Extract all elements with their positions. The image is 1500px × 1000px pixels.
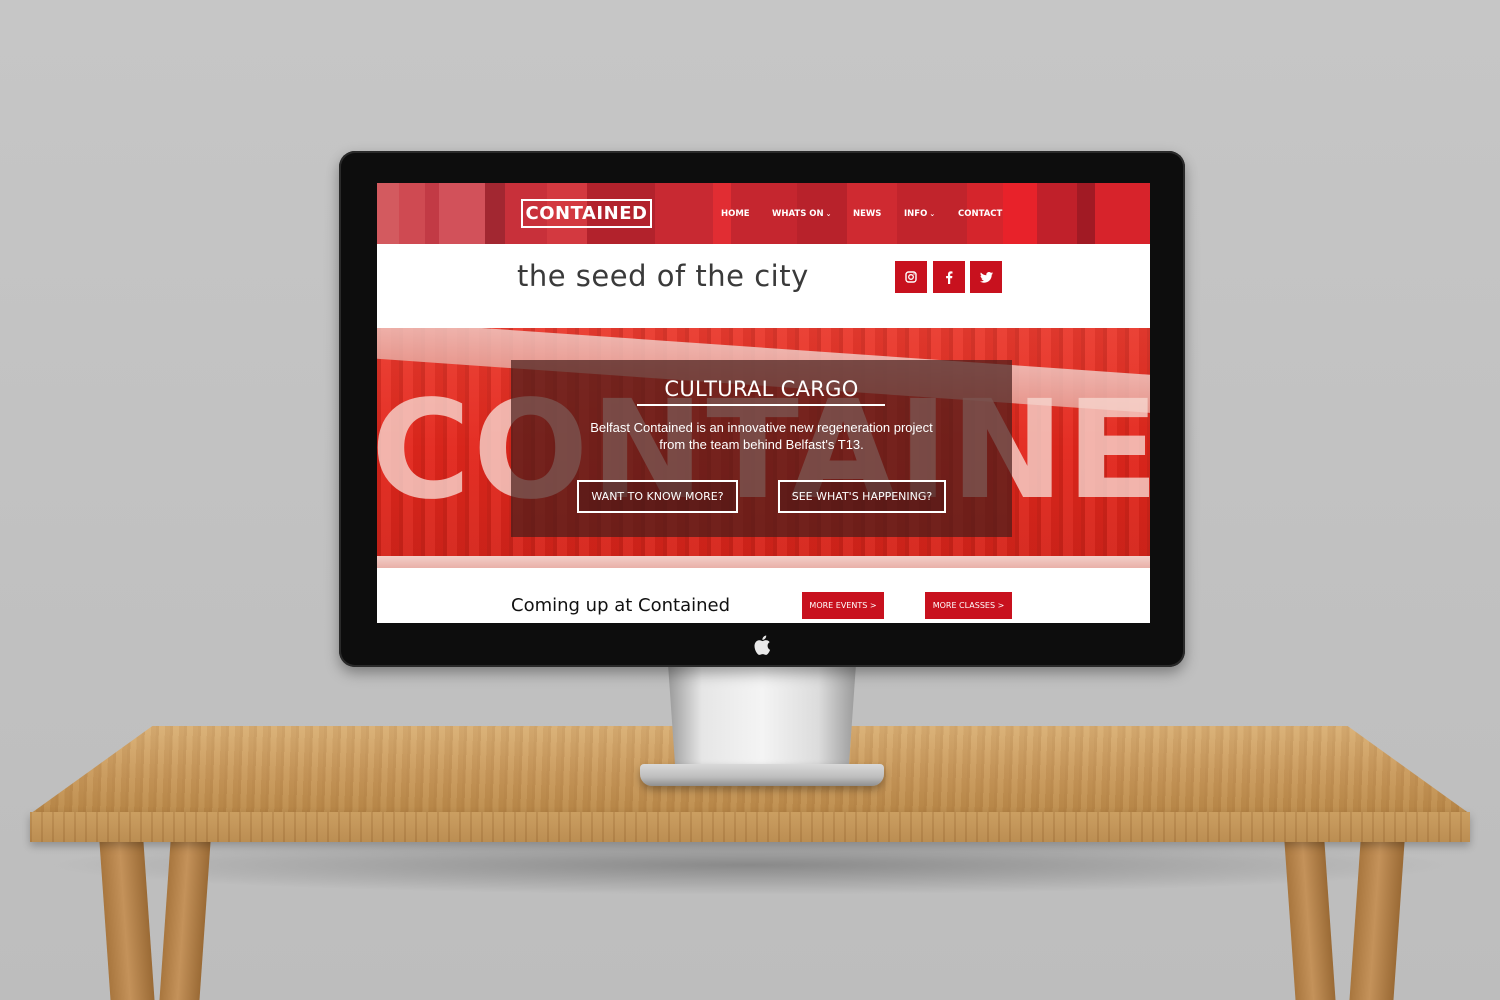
nav-contact-label: CONTACT: [958, 209, 1003, 219]
apple-logo-icon: [750, 633, 774, 657]
coming-up-title: Coming up at Contained: [511, 595, 731, 616]
hero-title-underline: [637, 404, 885, 406]
coming-up-section: [377, 568, 1150, 623]
chevron-down-icon: ⌄: [825, 210, 832, 218]
website-screen: CONTAINED HOME WHATS ON ⌄ NEWS INFO ⌄ CONT…: [377, 183, 1150, 623]
twitter-icon: [979, 271, 993, 283]
hero-bottom-stripe: [377, 556, 1150, 568]
monitor-stand-base: [640, 764, 884, 786]
facebook-icon: [946, 270, 953, 284]
nav-contact[interactable]: CONTACT: [958, 208, 1002, 220]
nav-home-label: HOME: [721, 209, 750, 219]
more-classes-button[interactable]: MORE CLASSES >: [925, 592, 1012, 619]
chevron-down-icon: ⌄: [929, 210, 936, 218]
facebook-button[interactable]: [933, 261, 965, 293]
desk-front-edge: [30, 812, 1470, 842]
hero-description-line: from the team behind Belfast's T13.: [659, 437, 864, 452]
more-events-button[interactable]: MORE EVENTS >: [802, 592, 884, 619]
nav-info-label: INFO: [904, 209, 928, 219]
hero-description-line: Belfast Contained is an innovative new r…: [590, 420, 933, 435]
hero-overlay-card: CULTURAL CARGO Belfast Contained is an i…: [511, 360, 1012, 537]
twitter-button[interactable]: [970, 261, 1002, 293]
see-whats-happening-button[interactable]: SEE WHAT'S HAPPENING?: [778, 480, 946, 513]
nav-info[interactable]: INFO ⌄: [904, 208, 935, 220]
nav-news-label: NEWS: [853, 209, 882, 219]
hero-section: CONTAINED CULTURAL CARGO Belfast Contain…: [377, 328, 1150, 568]
instagram-button[interactable]: [895, 261, 927, 293]
nav-whats-on[interactable]: WHATS ON ⌄: [772, 208, 832, 220]
instagram-icon: [905, 271, 917, 283]
want-to-know-more-button[interactable]: WANT TO KNOW MORE?: [577, 480, 738, 513]
hero-description: Belfast Contained is an innovative new r…: [511, 419, 1012, 453]
nav-news[interactable]: NEWS: [853, 208, 881, 220]
nav-whats-on-label: WHATS ON: [772, 209, 824, 219]
tagline: the seed of the city: [517, 259, 809, 293]
site-header: [377, 183, 1150, 244]
monitor-stand: [668, 664, 856, 772]
nav-home[interactable]: HOME: [721, 208, 750, 220]
site-logo[interactable]: CONTAINED: [521, 199, 652, 228]
desk-shadow: [40, 835, 1460, 895]
hero-title: CULTURAL CARGO: [664, 377, 859, 401]
